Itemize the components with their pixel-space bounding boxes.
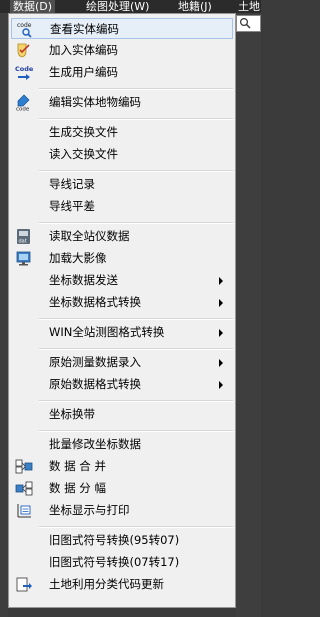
menu-separator: [39, 526, 233, 528]
menu-item-label: 生成交换文件: [49, 125, 118, 139]
menu-item-label: 坐标显示与打印: [49, 503, 130, 517]
code-search-icon: code: [17, 22, 32, 38]
search-icon: [239, 17, 251, 29]
menu-item-read-exchange-file[interactable]: 读入交换文件: [11, 144, 233, 165]
menu-item-raw-data-format-convert[interactable]: 原始数据格式转换: [11, 374, 233, 395]
code-text: code: [16, 107, 30, 112]
menu-item-traverse-record[interactable]: 导线记录: [11, 174, 233, 195]
menu-bar: 数据(D) 绘图处理(W) 地籍(J) 土地: [0, 0, 261, 13]
menu-item-label: 加载大影像: [49, 251, 107, 265]
menu-item-add-entity-code[interactable]: 加入实体编码: [11, 40, 233, 61]
menubar-item-draw[interactable]: 绘图处理(W): [83, 0, 152, 13]
menu-item-label: 读入交换文件: [49, 147, 118, 161]
submenu-arrow-icon: [219, 277, 223, 285]
submenu-arrow-icon: [219, 329, 223, 337]
menu-item-legacy-symbol-07-17[interactable]: 旧图式符号转换(07转17): [11, 552, 233, 573]
menu-item-win-format-convert[interactable]: WIN全站测图格式转换: [11, 322, 233, 343]
menu-item-label: 生成用户编码: [49, 65, 118, 79]
menu-item-label: 坐标换带: [49, 407, 95, 421]
code-text: Code: [15, 65, 33, 73]
menu-item-label: 坐标数据格式转换: [49, 295, 141, 309]
data-dropdown-menu: code 查看实体编码 加入实体编码 Code 生成用户编码 code 编辑实体…: [8, 13, 236, 608]
menu-separator: [39, 318, 233, 320]
code-edit-icon: code: [16, 94, 30, 112]
menu-item-data-merge[interactable]: 数 据 合 并: [11, 456, 233, 477]
menu-item-coordinate-data-send[interactable]: 坐标数据发送: [11, 270, 233, 291]
shield-check-icon: [17, 43, 30, 58]
land-use-update-icon: [16, 577, 32, 592]
menu-separator: [39, 400, 233, 402]
menu-separator: [39, 118, 233, 120]
total-station-icon: dat: [17, 229, 30, 245]
dat-text: dat: [19, 239, 27, 245]
menu-item-coordinate-format-convert[interactable]: 坐标数据格式转换: [11, 292, 233, 313]
menu-item-label: 土地利用分类代码更新: [49, 577, 164, 591]
menu-item-label: 读取全站仪数据: [49, 229, 130, 243]
menu-item-land-use-code-update[interactable]: 土地利用分类代码更新: [11, 574, 233, 595]
menu-item-label: 查看实体编码: [50, 22, 119, 36]
menu-separator: [39, 348, 233, 350]
menu-item-label: 旧图式符号转换(95转07): [49, 533, 180, 547]
menu-item-generate-exchange-file[interactable]: 生成交换文件: [11, 122, 233, 143]
menubar-item-data[interactable]: 数据(D): [10, 0, 56, 13]
menu-item-label: 旧图式符号转换(07转17): [49, 555, 180, 569]
submenu-arrow-icon: [219, 381, 223, 389]
menubar-item-cadastre[interactable]: 地籍(J): [175, 0, 215, 13]
submenu-arrow-icon: [219, 299, 223, 307]
menu-item-edit-feature-code[interactable]: code 编辑实体地物编码: [11, 92, 233, 113]
image-load-icon: [16, 251, 31, 266]
menu-item-label: 导线记录: [49, 177, 95, 191]
menu-item-label: 编辑实体地物编码: [49, 95, 141, 109]
menu-item-label: 数 据 合 并: [49, 459, 106, 473]
menu-item-view-entity-code[interactable]: code 查看实体编码: [11, 18, 233, 39]
menu-item-read-total-station-data[interactable]: dat 读取全站仪数据: [11, 226, 233, 247]
menu-item-coordinate-display-print[interactable]: 坐标显示与打印: [11, 500, 233, 521]
data-merge-icon: [15, 459, 33, 474]
menu-item-legacy-symbol-95-07[interactable]: 旧图式符号转换(95转07): [11, 530, 233, 551]
menu-item-label: 原始测量数据录入: [49, 355, 141, 369]
menu-item-label: 加入实体编码: [49, 43, 118, 57]
code-text: code: [17, 22, 32, 29]
menu-item-load-large-image[interactable]: 加载大影像: [11, 248, 233, 269]
menubar-item-land[interactable]: 土地: [235, 0, 263, 13]
coordinate-print-icon: [17, 504, 31, 518]
menu-shadow-strip: [8, 608, 236, 617]
menu-item-label: 坐标数据发送: [49, 273, 118, 287]
data-split-icon: [15, 481, 33, 496]
menu-item-raw-survey-data-entry[interactable]: 原始测量数据录入: [11, 352, 233, 373]
right-side-panel: [236, 13, 261, 617]
menu-item-batch-edit-coordinates[interactable]: 批量修改坐标数据: [11, 434, 233, 455]
menu-item-generate-user-code[interactable]: Code 生成用户编码: [11, 62, 233, 83]
code-generate-icon: Code: [15, 65, 33, 80]
right-panel-search-box[interactable]: [236, 15, 261, 32]
menu-item-data-split[interactable]: 数 据 分 幅: [11, 478, 233, 499]
menu-item-label: 批量修改坐标数据: [49, 437, 141, 451]
menu-item-coordinate-zone-change[interactable]: 坐标换带: [11, 404, 233, 425]
menu-separator: [39, 222, 233, 224]
menu-item-label: 导线平差: [49, 199, 95, 213]
submenu-arrow-icon: [219, 359, 223, 367]
menu-item-label: 原始数据格式转换: [49, 377, 141, 391]
left-edge-panel: [0, 13, 8, 617]
menu-separator: [39, 88, 233, 90]
menu-item-traverse-adjustment[interactable]: 导线平差: [11, 196, 233, 217]
menu-separator: [39, 430, 233, 432]
menu-item-label: 数 据 分 幅: [49, 481, 106, 495]
menu-separator: [39, 170, 233, 172]
menu-item-label: WIN全站测图格式转换: [49, 325, 165, 339]
